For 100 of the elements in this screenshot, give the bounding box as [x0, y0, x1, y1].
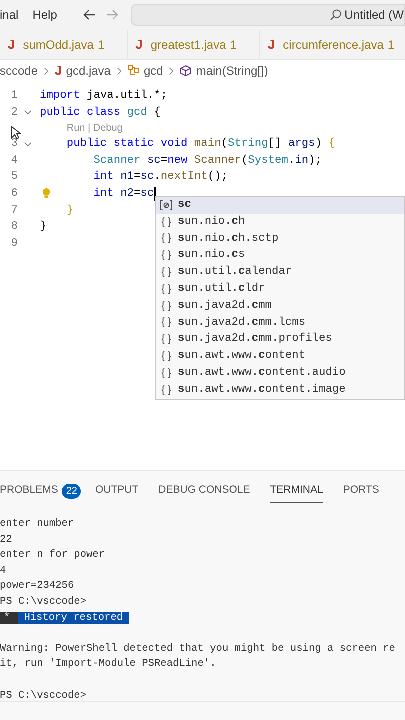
problem-count: 1: [98, 36, 105, 54]
braces-icon: [160, 384, 173, 396]
java-file-icon: J: [268, 34, 276, 54]
code-token: (: [241, 154, 248, 169]
braces-icon: [160, 351, 173, 362]
search-field[interactable]: Untitled (W: [131, 4, 405, 26]
code-token: }: [66, 204, 74, 219]
terminal-line: Warning: PowerShell detected that you might be using a screen re: [0, 642, 396, 655]
menu-item[interactable]: inal: [0, 6, 19, 24]
variable-icon: [160, 200, 173, 211]
fold-chevron-icon[interactable]: [24, 142, 32, 147]
tab-label: circumference.java: [283, 36, 384, 54]
code-token: n1: [120, 170, 134, 186]
suggestion-item[interactable]: sun.java2d.cmm: [156, 298, 404, 315]
code-token: String: [228, 136, 268, 152]
code-token: n2: [120, 186, 134, 202]
terminal-line: enter n for power: [0, 549, 106, 562]
problem-count: 1: [230, 36, 237, 54]
code-token: =: [134, 170, 141, 186]
terminal-line: PS C:\vsccode>: [0, 690, 87, 702]
line-number: 6: [10, 186, 18, 202]
terminal-notice: History restored: [18, 612, 130, 624]
code-token: =: [160, 154, 168, 169]
problem-count: 1: [388, 36, 395, 54]
terminal-line: 4: [0, 564, 6, 577]
line-number: 8: [10, 220, 18, 236]
code-token: public static void: [66, 136, 189, 152]
code-token: public class: [40, 106, 122, 121]
panel-tab[interactable]: PORTS: [343, 479, 380, 503]
breadcrumb-item[interactable]: sccode: [0, 62, 38, 80]
code-token: import: [40, 88, 80, 104]
terminal-line: it, run 'Import-Module PSReadLine'.: [0, 658, 216, 670]
terminal-line: power=234256: [0, 580, 74, 592]
code-token: (: [221, 136, 228, 152]
code-token: java.util.*;: [87, 88, 168, 104]
panel-tab[interactable]: PROBLEMS 22: [0, 479, 82, 503]
suggestion-item[interactable]: sun.util.calendar: [156, 264, 404, 281]
java-file-icon: J: [8, 34, 16, 54]
panel-tab[interactable]: OUTPUT: [95, 479, 139, 503]
suggestion-item[interactable]: sun.java2d.cmm.lcms: [156, 314, 404, 332]
suggestion-item[interactable]: sun.nio.ch.sctp: [156, 230, 404, 248]
suggestion-item[interactable]: sun.nio.ch: [156, 214, 404, 231]
chevron-right-icon: [44, 66, 50, 76]
code-token: ();: [208, 170, 228, 186]
file-tab[interactable]: J sumOdd.java 1: [0, 30, 128, 59]
line-number: 1: [10, 89, 18, 104]
breadcrumb-item[interactable]: gcd: [144, 62, 164, 80]
braces-icon: [160, 300, 173, 312]
code-token: sc: [140, 186, 154, 202]
suggestion-item[interactable]: sc: [156, 197, 404, 214]
code-token: int: [94, 170, 115, 186]
line-number: 7: [10, 204, 18, 219]
fold-chevron-icon[interactable]: [24, 110, 32, 116]
code-token: sc: [140, 170, 154, 186]
suggestion-item[interactable]: sun.awt.www.content.audio: [156, 364, 404, 382]
panel-tab[interactable]: DEBUG CONSOLE: [158, 479, 250, 503]
suggestion-item[interactable]: sun.util.cldr: [156, 280, 404, 298]
breadcrumb-item[interactable]: main(String[]): [196, 62, 268, 80]
java-file-icon: J: [136, 34, 143, 54]
code-token: main: [194, 136, 222, 152]
line-number: 2: [10, 106, 18, 121]
line-number: 9: [10, 236, 18, 252]
line-number: 5: [10, 170, 18, 186]
menu-item[interactable]: Help: [32, 6, 58, 24]
braces-icon: [160, 267, 173, 278]
suggestion-item[interactable]: sun.java2d.cmm.profiles: [156, 331, 404, 348]
panel-tab[interactable]: TERMINAL: [270, 479, 324, 503]
back-arrow-icon[interactable]: [83, 9, 96, 21]
suggestion-item[interactable]: sun.awt.www.content.image: [156, 382, 404, 399]
braces-icon: [160, 233, 173, 244]
code-token: {: [154, 106, 161, 121]
suggestion-item[interactable]: sun.awt.www.content: [156, 348, 404, 365]
java-file-icon: J: [55, 61, 62, 81]
code-token: Scanner: [94, 154, 142, 169]
code-token: =: [134, 186, 141, 202]
line-number: 3: [10, 137, 18, 152]
braces-icon: [160, 317, 173, 328]
breadcrumb-item[interactable]: gcd.java: [66, 62, 111, 80]
tab-label: greatest1.java: [150, 36, 226, 54]
braces-icon: [160, 216, 173, 228]
code-token: }: [40, 220, 47, 236]
chevron-right-icon: [169, 66, 174, 76]
line-number: 4: [10, 154, 18, 169]
tab-label: sumOdd.java: [23, 36, 94, 54]
count-badge: 22: [62, 484, 82, 498]
code-token: .: [288, 154, 296, 169]
code-token: gcd: [127, 106, 148, 121]
code-token: ): [315, 136, 324, 152]
code-token: nextInt: [160, 170, 208, 186]
file-tab[interactable]: J circumference.java 1: [260, 30, 405, 59]
terminal-line: enter number: [0, 518, 74, 530]
suggestion-item[interactable]: sun.nio.cs: [156, 247, 404, 264]
file-tab[interactable]: J greatest1.java 1: [128, 30, 260, 59]
search-icon: [330, 9, 342, 21]
braces-icon: [160, 284, 173, 295]
code-token: );: [308, 154, 322, 169]
code-token: .: [154, 170, 161, 186]
braces-icon: [160, 368, 173, 379]
braces-icon: [160, 334, 173, 346]
code-token: new: [168, 154, 189, 169]
